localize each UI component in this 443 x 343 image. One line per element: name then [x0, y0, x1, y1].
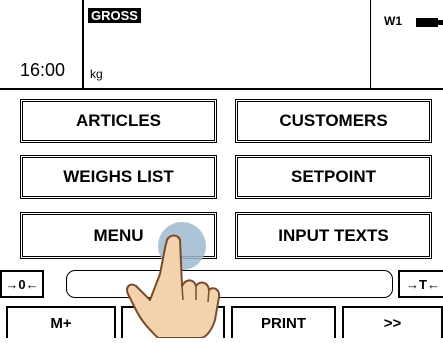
tare-key[interactable]: →T← — [398, 270, 443, 298]
clock-time: 16:00 — [20, 60, 66, 80]
next-softkey[interactable]: >> — [342, 306, 443, 338]
header-bottom-line — [0, 88, 443, 90]
header-right-divider — [370, 0, 371, 88]
m-plus-softkey[interactable]: M+ — [6, 306, 116, 338]
setpoint-button[interactable]: SETPOINT — [235, 155, 432, 199]
header-left-divider — [82, 0, 84, 88]
gross-mode-badge: GROSS — [88, 8, 141, 23]
weighs-list-button[interactable]: WEIGHS LIST — [20, 155, 217, 199]
zero-key[interactable]: →0← — [0, 270, 44, 298]
battery-icon — [416, 15, 443, 27]
weight-unit: kg — [90, 67, 103, 81]
scale-id: W1 — [384, 14, 402, 28]
customers-button[interactable]: CUSTOMERS — [235, 99, 432, 143]
input-texts-button[interactable]: INPUT TEXTS — [235, 212, 432, 259]
pointing-hand-icon — [120, 234, 230, 339]
articles-button[interactable]: ARTICLES — [20, 99, 217, 143]
print-softkey[interactable]: PRINT — [231, 306, 336, 338]
